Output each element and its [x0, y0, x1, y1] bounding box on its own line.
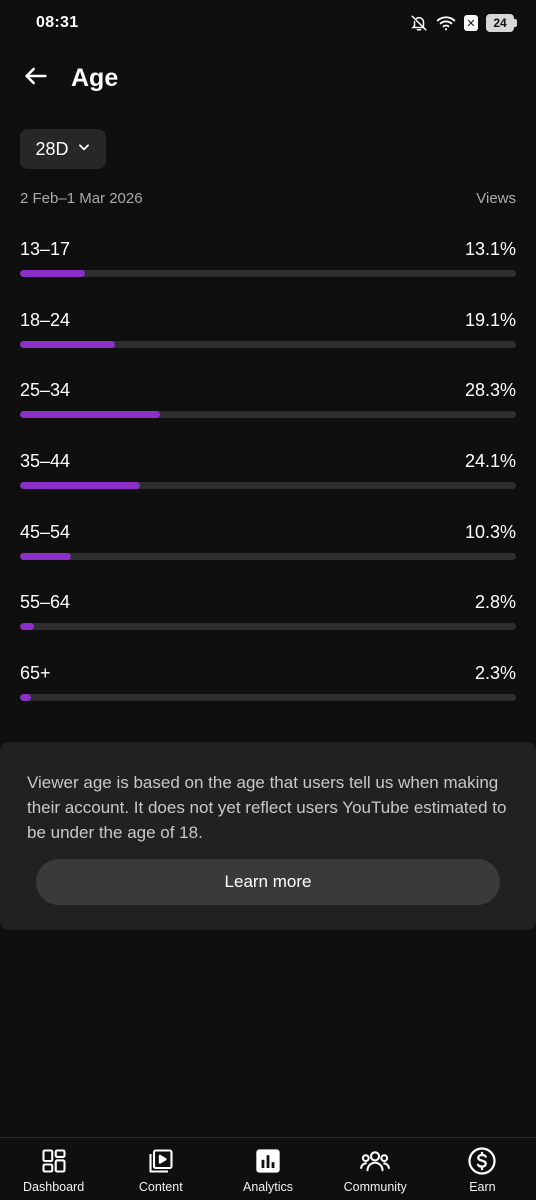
- age-row: 55–64 2.8%: [20, 589, 516, 660]
- community-icon: [360, 1146, 391, 1176]
- bar-fill: [20, 623, 34, 631]
- age-row: 35–44 24.1%: [20, 448, 516, 519]
- bar-fill: [20, 552, 72, 560]
- age-row: 25–34 28.3%: [20, 377, 516, 448]
- age-row: 18–24 19.1%: [20, 307, 516, 378]
- bar-fill: [20, 482, 140, 490]
- back-button[interactable]: [16, 58, 56, 98]
- metric-label: Views: [476, 190, 516, 207]
- header: Age: [0, 54, 536, 104]
- info-card: Viewer age is based on the age that user…: [0, 742, 536, 930]
- nav-label: Community: [343, 1180, 407, 1194]
- info-text: Viewer age is based on the age that user…: [27, 773, 507, 842]
- chevron-down-icon: [77, 140, 91, 159]
- nav-item-content[interactable]: Content: [107, 1138, 214, 1200]
- period-dropdown[interactable]: 28D: [20, 129, 106, 169]
- bar-track: [20, 552, 516, 560]
- wifi-icon: [436, 14, 456, 32]
- screen: 08:31 ✕ 24 Age 28D 2 Feb–1 Mar 2026 View…: [0, 0, 536, 1200]
- bar-fill: [20, 411, 161, 419]
- bar-track: [20, 270, 516, 277]
- nav-item-dashboard[interactable]: Dashboard: [0, 1138, 107, 1200]
- age-group-percent: 24.1%: [464, 451, 516, 472]
- page-title: Age: [71, 64, 119, 92]
- bar-track: [20, 482, 516, 490]
- nav-label: Dashboard: [23, 1180, 85, 1194]
- status-time: 08:31: [36, 14, 79, 31]
- arrow-left-icon: [22, 62, 50, 95]
- bell-off-icon: [410, 14, 428, 32]
- age-group-label: 65+: [20, 663, 51, 684]
- nav-item-community[interactable]: Community: [322, 1138, 429, 1200]
- age-group-percent: 2.3%: [474, 663, 516, 684]
- x-app-icon: ✕: [464, 15, 478, 31]
- bar-track: [20, 411, 516, 419]
- earn-icon: [467, 1146, 497, 1176]
- age-group-percent: 13.1%: [464, 239, 516, 259]
- age-group-label: 18–24: [20, 309, 71, 330]
- bottom-nav: Dashboard Content Analytics Community Ea…: [0, 1137, 536, 1200]
- status-bar: 08:31 ✕ 24: [0, 0, 536, 46]
- age-row: 65+ 2.3%: [20, 660, 516, 731]
- nav-label: Content: [138, 1180, 183, 1194]
- bar-fill: [20, 340, 115, 348]
- age-group-percent: 2.8%: [474, 592, 516, 613]
- nav-label: Earn: [469, 1180, 496, 1194]
- analytics-icon: [253, 1146, 283, 1176]
- age-group-label: 45–54: [20, 521, 71, 542]
- age-group-label: 55–64: [20, 592, 71, 613]
- age-group-label: 25–34: [20, 380, 71, 401]
- bar-fill: [20, 270, 85, 277]
- learn-more-button[interactable]: Learn more: [36, 859, 500, 905]
- battery-icon: 24: [486, 14, 517, 32]
- bar-track: [20, 623, 516, 631]
- bar-track: [20, 340, 516, 348]
- dashboard-icon: [39, 1146, 69, 1176]
- nav-item-earn[interactable]: Earn: [429, 1138, 536, 1200]
- age-group-percent: 28.3%: [464, 380, 516, 401]
- bar-track: [20, 694, 516, 702]
- date-range: 2 Feb–1 Mar 2026: [20, 190, 143, 207]
- bar-fill: [20, 694, 32, 702]
- age-group-percent: 10.3%: [464, 521, 516, 542]
- age-group-percent: 19.1%: [464, 309, 516, 330]
- nav-item-analytics[interactable]: Analytics: [214, 1138, 321, 1200]
- nav-label: Analytics: [242, 1180, 294, 1194]
- status-icons: ✕ 24: [410, 12, 517, 34]
- age-distribution-list: 13–17 13.1% 18–24 19.1% 25–34 28.3% 35–4…: [20, 236, 516, 731]
- content-icon: [146, 1146, 176, 1176]
- age-row: 45–54 10.3%: [20, 519, 516, 590]
- age-group-label: 35–44: [20, 451, 71, 472]
- age-group-label: 13–17: [20, 239, 71, 259]
- period-label: 28D: [35, 138, 69, 159]
- age-row: 13–17 13.1%: [20, 236, 516, 307]
